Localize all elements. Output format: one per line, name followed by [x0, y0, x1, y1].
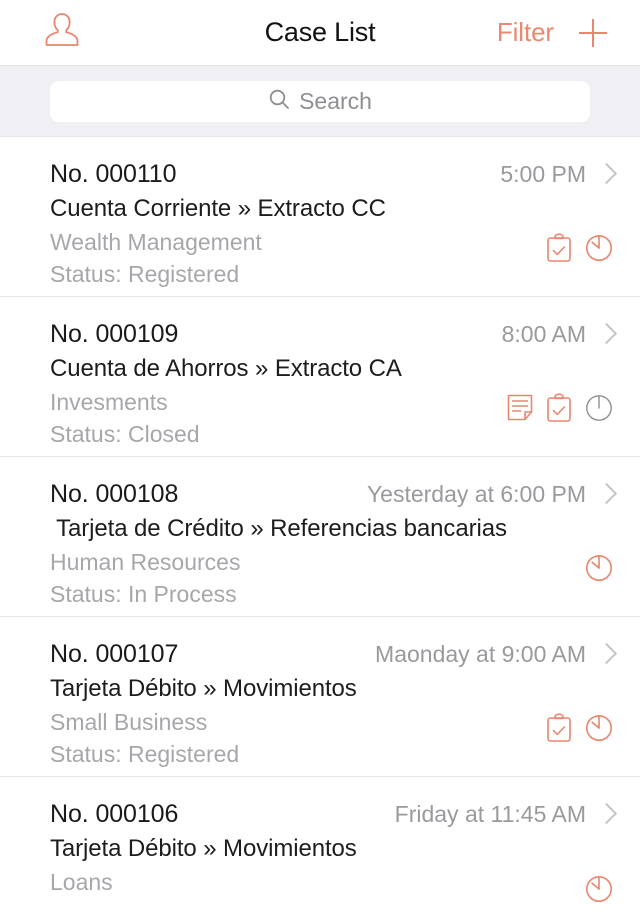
case-timestamp: 5:00 PM: [500, 160, 586, 187]
case-list-item[interactable]: No. 000108 Yesterday at 6:00 PM Tarjeta …: [0, 457, 640, 617]
case-row-header: No. 000109 8:00 AM: [0, 317, 640, 351]
chevron-right-icon[interactable]: [598, 322, 612, 346]
note-icon[interactable]: [506, 393, 534, 423]
case-status-icons: [546, 233, 614, 263]
case-status-icons: [506, 393, 614, 423]
case-timestamp: Yesterday at 6:00 PM: [366, 480, 586, 507]
case-department: Wealth Management: [50, 229, 262, 255]
clock-icon[interactable]: [584, 393, 614, 423]
timer-icon[interactable]: [584, 874, 614, 904]
timer-icon[interactable]: [584, 553, 614, 583]
case-row-meta: 5:00 PM: [500, 161, 612, 188]
chevron-right-icon[interactable]: [598, 642, 612, 666]
case-subject: Tarjeta Débito » Movimientos: [50, 835, 357, 862]
case-number: No. 000106: [50, 799, 179, 828]
search-placeholder: Search: [299, 87, 372, 114]
clipboard-check-icon[interactable]: [546, 393, 572, 423]
case-timestamp: 8:00 AM: [501, 320, 586, 347]
case-number: No. 000107: [50, 639, 179, 668]
case-status-icons: [584, 874, 614, 904]
navbar-right-actions: Filter: [497, 16, 610, 50]
timer-icon[interactable]: [584, 233, 614, 263]
case-subject: Tarjeta Débito » Movimientos: [50, 675, 357, 702]
case-row-meta: Maonday at 9:00 AM: [375, 641, 612, 668]
search-icon: [268, 88, 290, 115]
case-list: No. 000110 5:00 PM Cuenta Corriente » Ex…: [0, 137, 640, 920]
navigation-bar: Case List Filter: [0, 0, 640, 66]
case-list-item[interactable]: No. 000109 8:00 AM Cuenta de Ahorros » E…: [0, 297, 640, 457]
case-status: Status: Registered: [50, 261, 240, 287]
case-status: Status: In Process: [50, 581, 237, 607]
case-number: No. 000108: [50, 479, 179, 508]
search-bar-container: Search: [0, 66, 640, 137]
add-case-button[interactable]: [576, 16, 610, 50]
clipboard-check-icon[interactable]: [546, 233, 572, 263]
case-row-header: No. 000108 Yesterday at 6:00 PM: [0, 477, 640, 511]
chevron-right-icon[interactable]: [598, 482, 612, 506]
case-status: Status: Registered: [50, 741, 240, 767]
case-subject: Tarjeta de Crédito » Referencias bancari…: [50, 515, 507, 542]
case-timestamp: Maonday at 9:00 AM: [375, 640, 586, 667]
case-number: No. 000110: [50, 159, 177, 188]
case-status-icons: [584, 553, 614, 583]
case-list-item[interactable]: No. 000110 5:00 PM Cuenta Corriente » Ex…: [0, 137, 640, 297]
case-row-meta: 8:00 AM: [502, 321, 612, 348]
case-number: No. 000109: [50, 319, 179, 348]
case-list-item[interactable]: No. 000106 Friday at 11:45 AM Tarjeta Dé…: [0, 777, 640, 920]
clipboard-check-icon[interactable]: [546, 713, 572, 743]
case-timestamp: Friday at 11:45 AM: [394, 800, 586, 827]
case-subject: Cuenta de Ahorros » Extracto CA: [50, 355, 402, 382]
case-status: Status: Closed: [50, 421, 200, 447]
search-input[interactable]: Search: [50, 80, 590, 122]
case-row-meta: Yesterday at 6:00 PM: [367, 481, 612, 508]
chevron-right-icon[interactable]: [598, 802, 612, 826]
case-row-header: No. 000107 Maonday at 9:00 AM: [0, 637, 640, 671]
case-row-header: No. 000106 Friday at 11:45 AM: [0, 797, 640, 831]
case-department: Loans: [50, 869, 113, 895]
case-department: Human Resources: [50, 549, 241, 575]
filter-button[interactable]: Filter: [497, 17, 554, 48]
timer-icon[interactable]: [584, 713, 614, 743]
case-list-item[interactable]: No. 000107 Maonday at 9:00 AM Tarjeta Dé…: [0, 617, 640, 777]
case-subject: Cuenta Corriente » Extracto CC: [50, 195, 386, 222]
plus-icon: [579, 18, 607, 47]
chevron-right-icon[interactable]: [598, 162, 612, 186]
case-row-header: No. 000110 5:00 PM: [0, 157, 640, 191]
case-status-icons: [546, 713, 614, 743]
case-department: Small Business: [50, 709, 208, 735]
case-row-meta: Friday at 11:45 AM: [395, 801, 612, 828]
